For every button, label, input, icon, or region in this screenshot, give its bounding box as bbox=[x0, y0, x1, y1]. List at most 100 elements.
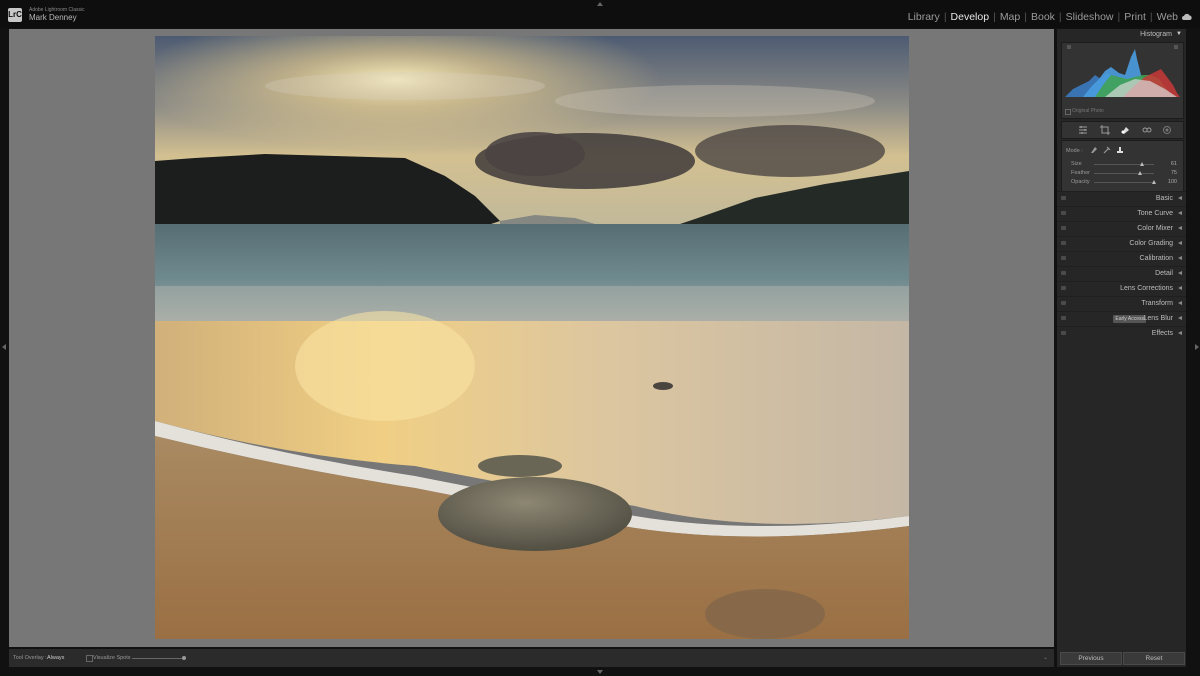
section-label: Basic bbox=[1155, 195, 1173, 202]
module-map[interactable]: Map bbox=[1000, 11, 1020, 23]
module-book[interactable]: Book bbox=[1031, 11, 1055, 23]
feather-slider-thumb[interactable] bbox=[1137, 171, 1142, 175]
image-canvas[interactable] bbox=[9, 29, 1054, 647]
expand-arrow-icon[interactable] bbox=[1178, 226, 1182, 230]
crop-icon[interactable] bbox=[1100, 125, 1110, 135]
feather-value[interactable]: 75 bbox=[1171, 170, 1177, 176]
module-separator: | bbox=[1058, 11, 1062, 23]
module-separator: | bbox=[1149, 11, 1153, 23]
section-lens-blur[interactable]: Early Access Lens Blur bbox=[1057, 311, 1186, 326]
cloud-icon[interactable] bbox=[1182, 13, 1192, 20]
histogram-chart bbox=[1065, 45, 1180, 97]
expand-arrow-icon[interactable] bbox=[1178, 196, 1182, 200]
masking-icon[interactable] bbox=[1162, 125, 1172, 135]
section-calibration[interactable]: Calibration bbox=[1057, 251, 1186, 266]
clone-mode-icon[interactable] bbox=[1103, 146, 1111, 154]
bottom-panel-toggle-icon[interactable] bbox=[597, 670, 603, 674]
visualize-spots-label: Visualize Spots bbox=[93, 655, 131, 661]
early-access-badge: Early Access bbox=[1113, 315, 1146, 323]
module-print[interactable]: Print bbox=[1124, 11, 1146, 23]
heal-options-panel: Mode : Size 61 Feather 75 Opacity 100 bbox=[1061, 140, 1184, 192]
module-separator: | bbox=[993, 11, 996, 23]
section-label: Calibration bbox=[1139, 255, 1173, 262]
module-picker: Library | Develop | Map | Book | Slidesh… bbox=[908, 11, 1178, 23]
photo-preview[interactable] bbox=[155, 36, 909, 639]
section-effects[interactable]: Effects bbox=[1057, 326, 1186, 341]
feather-label: Feather bbox=[1071, 170, 1090, 176]
section-toggle-icon[interactable] bbox=[1061, 241, 1066, 245]
section-toggle-icon[interactable] bbox=[1061, 196, 1066, 200]
section-label: Lens Corrections bbox=[1120, 285, 1173, 292]
module-separator: | bbox=[1117, 11, 1121, 23]
toolbar-menu-icon[interactable]: ⌄ bbox=[1043, 654, 1048, 661]
section-detail[interactable]: Detail bbox=[1057, 266, 1186, 281]
tool-strip bbox=[1061, 121, 1184, 139]
section-label: Color Mixer bbox=[1137, 225, 1173, 232]
section-lens-corrections[interactable]: Lens Corrections bbox=[1057, 281, 1186, 296]
heal-mode-icon[interactable] bbox=[1090, 146, 1098, 154]
section-toggle-icon[interactable] bbox=[1061, 286, 1066, 290]
section-color-mixer[interactable]: Color Mixer bbox=[1057, 221, 1186, 236]
toolbar: Tool Overlay : Always Visualize Spots ⌄ bbox=[9, 649, 1054, 667]
section-basic[interactable]: Basic bbox=[1057, 191, 1186, 206]
section-label: Effects bbox=[1151, 330, 1173, 337]
expand-arrow-icon[interactable] bbox=[1178, 271, 1182, 275]
mode-label: Mode : bbox=[1066, 148, 1083, 154]
app-logo: LrC bbox=[8, 8, 22, 22]
section-transform[interactable]: Transform bbox=[1057, 296, 1186, 311]
original-photo-checkbox[interactable] bbox=[1065, 109, 1071, 115]
size-value[interactable]: 61 bbox=[1171, 161, 1177, 167]
section-toggle-icon[interactable] bbox=[1061, 211, 1066, 215]
section-color-grading[interactable]: Color Grading bbox=[1057, 236, 1186, 251]
top-panel-toggle-icon[interactable] bbox=[597, 2, 603, 6]
section-label: Tone Curve bbox=[1137, 210, 1173, 217]
size-slider-thumb[interactable] bbox=[1140, 162, 1145, 166]
section-tone-curve[interactable]: Tone Curve bbox=[1057, 206, 1186, 221]
content-aware-icon[interactable] bbox=[1116, 146, 1124, 154]
module-slideshow[interactable]: Slideshow bbox=[1066, 11, 1114, 23]
histogram[interactable]: Original Photo bbox=[1061, 42, 1184, 119]
module-develop[interactable]: Develop bbox=[951, 11, 990, 23]
opacity-slider-thumb[interactable] bbox=[1152, 180, 1156, 184]
histogram-header[interactable]: Histogram ▼ bbox=[1057, 29, 1186, 41]
expand-arrow-icon[interactable] bbox=[1178, 316, 1182, 320]
section-label: Detail bbox=[1155, 270, 1173, 277]
feather-slider[interactable] bbox=[1094, 173, 1154, 174]
visualize-spots-slider-track[interactable] bbox=[132, 658, 184, 659]
expand-arrow-icon[interactable] bbox=[1178, 211, 1182, 215]
collapse-arrow-icon[interactable]: ▼ bbox=[1176, 31, 1182, 37]
section-toggle-icon[interactable] bbox=[1061, 256, 1066, 260]
previous-button[interactable]: Previous bbox=[1060, 652, 1122, 665]
develop-right-panel: Histogram ▼ Original Photo Mode : Size 6… bbox=[1057, 29, 1186, 667]
opacity-slider[interactable] bbox=[1094, 182, 1154, 183]
module-web[interactable]: Web bbox=[1157, 11, 1178, 23]
expand-arrow-icon[interactable] bbox=[1178, 241, 1182, 245]
visualize-spots-checkbox[interactable] bbox=[86, 655, 93, 662]
module-library[interactable]: Library bbox=[908, 11, 940, 23]
opacity-value[interactable]: 100 bbox=[1168, 179, 1177, 185]
expand-arrow-icon[interactable] bbox=[1178, 331, 1182, 335]
opacity-label: Opacity bbox=[1071, 179, 1090, 185]
visualize-spots-slider-thumb[interactable] bbox=[182, 656, 186, 660]
section-toggle-icon[interactable] bbox=[1061, 316, 1066, 320]
expand-arrow-icon[interactable] bbox=[1178, 256, 1182, 260]
section-toggle-icon[interactable] bbox=[1061, 271, 1066, 275]
tool-overlay-select[interactable]: Always bbox=[47, 655, 64, 661]
expand-arrow-icon[interactable] bbox=[1178, 301, 1182, 305]
expand-arrow-icon[interactable] bbox=[1178, 286, 1182, 290]
section-toggle-icon[interactable] bbox=[1061, 226, 1066, 230]
size-slider[interactable] bbox=[1094, 164, 1154, 165]
left-panel-toggle-icon[interactable] bbox=[2, 344, 6, 350]
module-separator: | bbox=[943, 11, 947, 23]
panel-sections: Basic Tone Curve Color Mixer Color Gradi… bbox=[1057, 191, 1186, 341]
section-toggle-icon[interactable] bbox=[1061, 331, 1066, 335]
section-toggle-icon[interactable] bbox=[1061, 301, 1066, 305]
basic-edit-icon[interactable] bbox=[1078, 125, 1088, 135]
heal-icon[interactable] bbox=[1120, 125, 1130, 135]
section-label: Transform bbox=[1141, 300, 1173, 307]
module-separator: | bbox=[1024, 11, 1027, 23]
red-eye-icon[interactable] bbox=[1142, 125, 1152, 135]
reset-button[interactable]: Reset bbox=[1123, 652, 1185, 665]
size-label: Size bbox=[1071, 161, 1082, 167]
right-panel-toggle-icon[interactable] bbox=[1195, 344, 1199, 350]
